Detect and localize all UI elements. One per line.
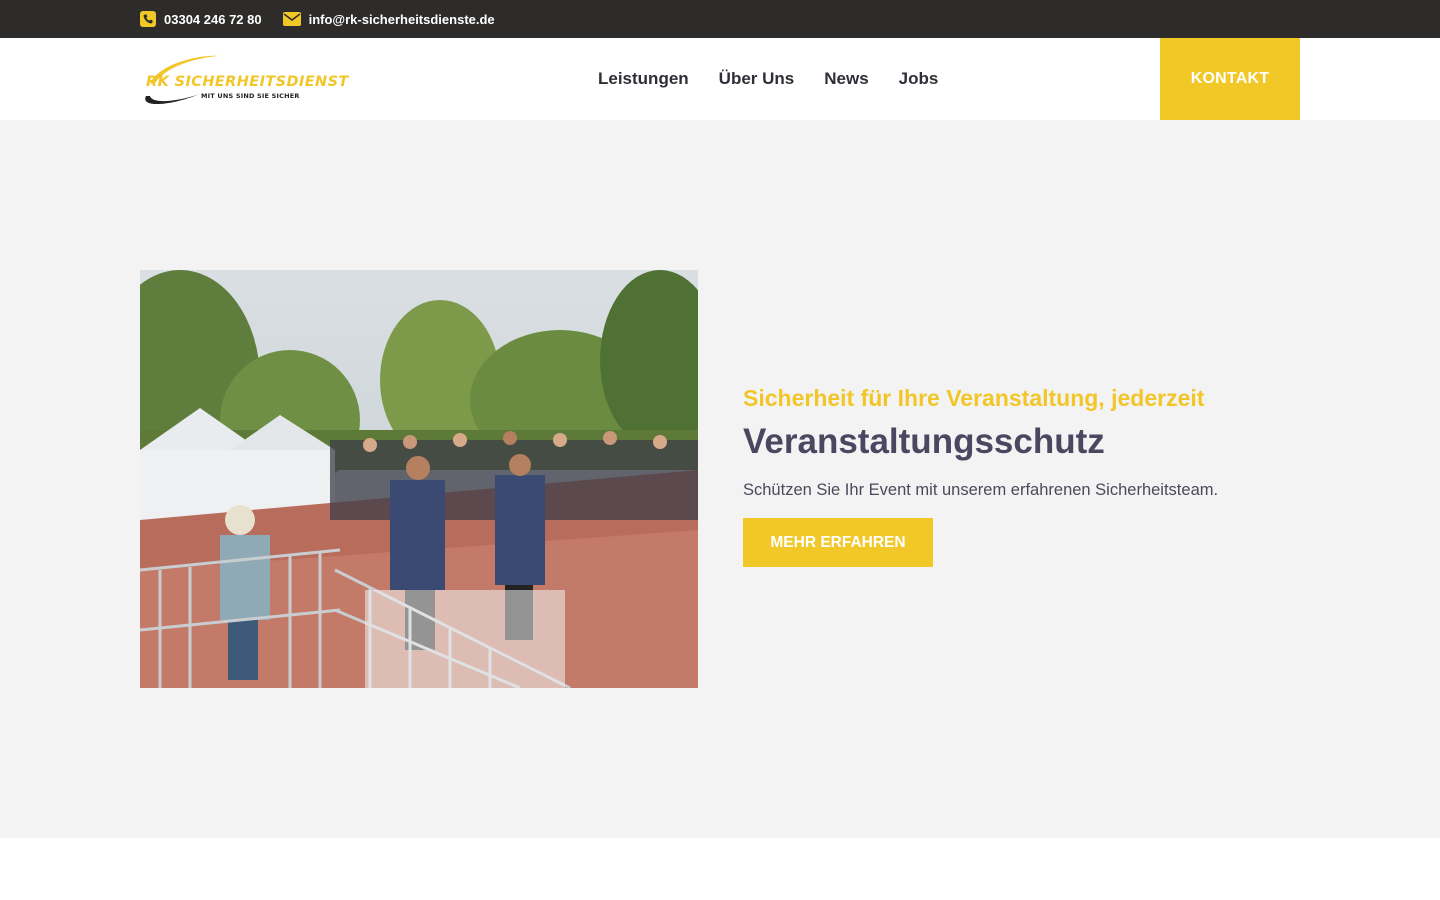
envelope-icon xyxy=(282,12,301,26)
kontakt-button[interactable]: KONTAKT xyxy=(1160,38,1300,120)
nav-item-news[interactable]: News xyxy=(824,69,868,89)
main-nav: Leistungen Über Uns News Jobs xyxy=(598,38,968,120)
top-contact-bar: 03304 246 72 80 info@rk-sicherheitsdiens… xyxy=(0,0,1440,38)
nav-item-ueber-uns[interactable]: Über Uns xyxy=(719,69,795,89)
hero-eyebrow: Sicherheit für Ihre Veranstaltung, jeder… xyxy=(743,385,1205,411)
hero-description: Schützen Sie Ihr Event mit unserem erfah… xyxy=(743,481,1219,499)
email-contact[interactable]: info@rk-sicherheitsdienste.de xyxy=(282,12,495,27)
nav-item-leistungen[interactable]: Leistungen xyxy=(598,69,689,89)
logo-brand-text: RK SICHERHEITSDIENST xyxy=(146,74,349,90)
hero-content: Sicherheit für Ihre Veranstaltung, jeder… xyxy=(743,384,1363,567)
hero-title: Veranstaltungsschutz xyxy=(743,422,1105,461)
site-header: RK SICHERHEITSDIENST MIT UNS SIND SIE SI… xyxy=(0,38,1440,120)
phone-contact[interactable]: 03304 246 72 80 xyxy=(140,11,262,27)
event-photo xyxy=(140,270,698,688)
mehr-erfahren-button[interactable]: MEHR ERFAHREN xyxy=(743,518,933,567)
hero-section: Sicherheit für Ihre Veranstaltung, jeder… xyxy=(0,120,1440,838)
phone-link[interactable]: 03304 246 72 80 xyxy=(164,12,262,27)
email-link[interactable]: info@rk-sicherheitsdienste.de xyxy=(309,12,495,27)
nav-item-jobs[interactable]: Jobs xyxy=(899,69,939,89)
logo-tagline: MIT UNS SIND SIE SICHER xyxy=(201,92,300,100)
site-logo[interactable]: RK SICHERHEITSDIENST MIT UNS SIND SIE SI… xyxy=(140,52,360,108)
phone-icon xyxy=(140,11,156,27)
